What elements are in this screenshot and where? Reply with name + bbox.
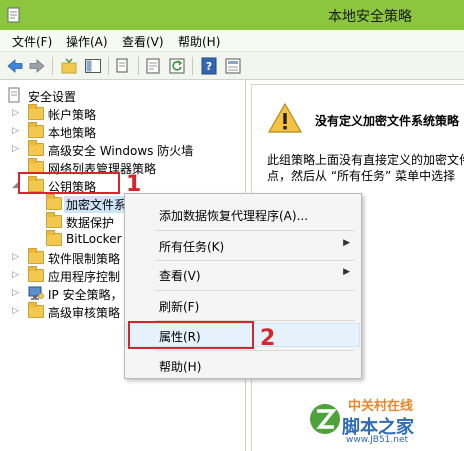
tree-item-label: 本地策略 — [48, 126, 97, 140]
menu-separator — [155, 230, 355, 231]
menu-item-refresh[interactable]: 刷新(F) — [126, 293, 360, 317]
zol-logo-icon — [310, 404, 340, 434]
security-settings-icon — [8, 87, 20, 103]
folder-icon — [46, 212, 62, 229]
tree-item-label: BitLocker — [66, 232, 122, 246]
folder-icon — [28, 104, 44, 121]
refresh-icon[interactable] — [168, 57, 186, 75]
folder-icon — [46, 230, 62, 247]
tree-item-windows-firewall[interactable]: ▷ 高级安全 Windows 防火墙 — [0, 140, 246, 158]
detail-line-1: 此组策略上面没有直接定义的加密文件 — [267, 153, 464, 167]
folder-icon — [28, 302, 44, 319]
properties-icon[interactable] — [144, 57, 162, 75]
chevron-right-icon[interactable]: ▷ — [12, 107, 22, 119]
detail-description: 此组策略上面没有直接定义的加密文件 点，然后从 “所有任务” 菜单中选择 — [267, 152, 464, 184]
export-list-icon[interactable] — [224, 57, 242, 75]
chevron-right-icon[interactable]: ▷ — [12, 251, 22, 263]
menu-item-label: 刷新(F) — [159, 300, 200, 314]
local-security-policy-icon — [7, 7, 20, 23]
chevron-right-icon[interactable]: ▷ — [12, 125, 22, 137]
tree-item-label: 数据保护 — [66, 216, 115, 230]
svg-text:?: ? — [206, 60, 212, 73]
annotation-step-1: 1 — [126, 172, 142, 197]
tree-item-security-settings[interactable]: 安全设置 — [0, 86, 246, 104]
menu-separator — [155, 290, 355, 291]
tree-item-label: 帐户策略 — [48, 108, 97, 122]
toolbar-separator — [108, 57, 109, 75]
context-menu: 添加数据恢复代理程序(A)... 所有任务(K) ▶ 查看(V) ▶ 刷新(F)… — [124, 193, 362, 379]
tree-item-label: 高级审核策略 — [48, 306, 121, 320]
annotation-box-properties — [128, 321, 254, 349]
toolbar-separator — [138, 57, 139, 75]
tree-item-label: 高级安全 Windows 防火墙 — [48, 144, 194, 158]
menu-item-add-recovery-agent[interactable]: 添加数据恢复代理程序(A)... — [126, 202, 360, 226]
help-icon[interactable]: ? — [200, 57, 218, 75]
tree-item-local-policies[interactable]: ▷ 本地策略 — [0, 122, 246, 140]
submenu-arrow-icon: ▶ — [343, 267, 350, 277]
tree-item-label: 应用程序控制 — [48, 270, 121, 284]
toolbar: ? — [0, 52, 464, 80]
folder-icon — [28, 266, 44, 283]
menu-separator — [155, 260, 355, 261]
menu-action[interactable]: 操作(A) — [66, 33, 108, 50]
folder-icon — [28, 248, 44, 265]
tree-item-account-policies[interactable]: ▷ 帐户策略 — [0, 104, 246, 122]
chevron-right-icon[interactable]: ▷ — [12, 269, 22, 281]
tree-item-label: IP 安全策略， — [48, 288, 123, 302]
menu-separator — [155, 350, 355, 351]
tree-item-label: 安全设置 — [28, 90, 77, 104]
menu-item-label: 帮助(H) — [159, 360, 202, 374]
menu-file[interactable]: 文件(F) — [12, 33, 52, 50]
chevron-right-icon[interactable]: ▷ — [12, 305, 22, 317]
menu-item-view[interactable]: 查看(V) ▶ — [126, 262, 360, 286]
up-folder-icon[interactable] — [60, 57, 78, 75]
annotation-box-public-key — [18, 172, 120, 194]
folder-icon — [28, 140, 44, 157]
watermark-site: www.JB51.net — [346, 435, 409, 445]
menu-item-label: 添加数据恢复代理程序(A)... — [159, 209, 309, 223]
warning-icon — [267, 102, 303, 133]
menu-help[interactable]: 帮助(H) — [178, 33, 220, 50]
folder-icon — [28, 122, 44, 139]
detail-title: 没有定义加密文件系统策略 — [315, 114, 460, 128]
watermark: 中关村在线 脚本之家 www.JB51.net — [304, 391, 464, 451]
copy-icon[interactable] — [114, 57, 132, 75]
forward-arrow-icon[interactable] — [28, 57, 46, 75]
watermark-brand: 中关村在线 — [348, 399, 414, 414]
ip-security-computer-icon — [28, 286, 44, 300]
menu-bar: 文件(F) 操作(A) 查看(V) 帮助(H) — [0, 30, 464, 52]
chevron-right-icon[interactable]: ▷ — [12, 143, 22, 155]
menu-view[interactable]: 查看(V) — [122, 33, 164, 50]
toolbar-separator — [192, 57, 193, 75]
annotation-step-2: 2 — [260, 326, 276, 351]
toolbar-separator — [52, 57, 53, 75]
title-bar: 本地安全策略 — [0, 0, 464, 30]
submenu-arrow-icon: ▶ — [343, 238, 350, 248]
chevron-right-icon[interactable]: ▷ — [12, 287, 22, 299]
menu-item-label: 查看(V) — [159, 269, 201, 283]
show-hide-tree-icon[interactable] — [84, 57, 102, 75]
menu-item-all-tasks[interactable]: 所有任务(K) ▶ — [126, 233, 360, 257]
folder-icon — [46, 194, 62, 211]
window-title: 本地安全策略 — [328, 9, 412, 25]
tree-item-label: 软件限制策略 — [48, 252, 121, 266]
back-arrow-icon[interactable] — [6, 57, 24, 75]
detail-line-2: 点，然后从 “所有任务” 菜单中选择 — [267, 169, 456, 183]
menu-item-help[interactable]: 帮助(H) — [126, 353, 360, 377]
menu-item-label: 所有任务(K) — [159, 240, 225, 254]
